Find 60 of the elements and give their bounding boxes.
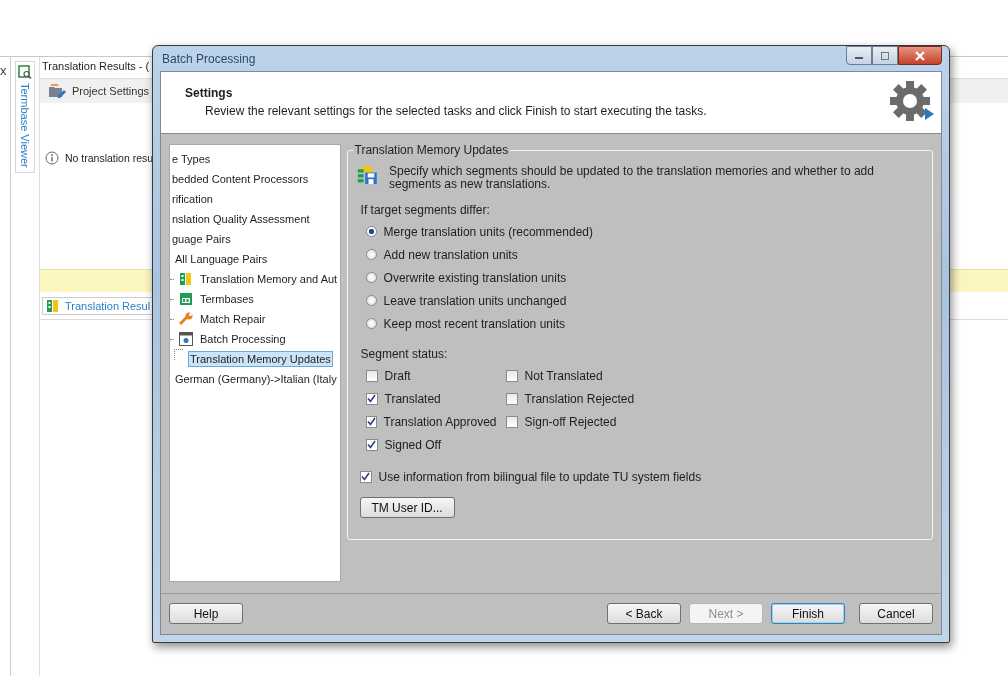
group-title: Translation Memory Updates [352,143,511,157]
checkbox-option[interactable]: Use information from bilingual file to update TU system fields [355,465,924,488]
check-icon [361,472,371,481]
radio-group-label: If target segments differ: [360,203,491,217]
radio-option[interactable]: Leave translation units unchanged [355,289,924,312]
checkbox-option[interactable]: Translated [355,387,496,410]
maximize-icon [880,51,890,60]
termbase-icon [179,292,193,306]
status-group-label: Segment status: [360,347,449,361]
tree-item[interactable]: German (Germany)->Italian (Italy [173,371,339,387]
tree-item[interactable]: rification [170,191,215,207]
tree-item[interactable]: Translation Memory and Aut [198,271,340,287]
checkbox-option[interactable]: Draft [355,364,496,387]
results-tab[interactable]: Translation Resul [42,297,155,315]
close-icon [914,50,926,61]
memory-icon [179,272,193,286]
tree-item[interactable]: e Types [170,151,213,167]
minimize-button[interactable] [846,46,872,65]
wrench-icon [179,312,193,326]
user-id-button[interactable]: TM User ID... [359,497,455,518]
info-icon [45,151,59,165]
tree-item[interactable]: Termbases [198,291,256,307]
wizard-button[interactable]: Cancel [859,603,933,624]
tree-item[interactable]: nslation Quality Assessment [170,211,312,227]
gear-icon [889,80,935,124]
memory-icon [46,299,60,313]
close-button[interactable] [898,46,942,65]
checkbox-option[interactable]: Signed Off [355,433,496,456]
close-glyph[interactable]: x [0,63,10,78]
header-subtitle: Review the relevant settings for the selected tasks and click Finish to start executing the tasks. [205,104,707,118]
message-text: No translation resu [65,152,154,164]
checkbox-option[interactable]: Not Translated [495,364,636,387]
maximize-button[interactable] [872,46,898,65]
tree-item[interactable]: Translation Memory Updates [188,351,333,367]
header-title: Settings [185,86,234,100]
tree-item[interactable]: All Language Pairs [173,251,270,267]
project-settings-button[interactable]: Project Settings [46,84,152,98]
tree-item[interactable]: Match Repair [198,311,268,327]
check-icon [366,417,376,426]
checkbox-option[interactable]: Sign-off Rejected [495,410,636,433]
side-tab[interactable]: Termbase Viewer [15,61,35,173]
radio-option[interactable]: Overwrite existing translation units [355,266,924,289]
batch-window-icon [179,332,193,346]
checkbox-option[interactable]: Translation Rejected [495,387,636,410]
memory-save-icon [356,163,378,187]
radio-option[interactable]: Merge translation units (recommended) [355,220,924,243]
tree-item[interactable]: Batch Processing [198,331,288,347]
tree-item[interactable]: guage Pairs [170,231,233,247]
check-icon [367,440,377,449]
description-text: Specify which segments should be updated to the translation memories and whether to add segments as new translations. [388,163,875,191]
help-button[interactable]: Help [169,603,243,624]
magnifier-icon [18,65,32,79]
radio-option[interactable]: Add new translation units [355,243,924,266]
folder-pencil-icon [48,84,66,98]
tree-item[interactable]: bedded Content Processors [170,171,311,187]
checkbox-option[interactable]: Translation Approved [355,410,496,433]
check-icon [367,394,377,403]
wizard-button[interactable]: < Back [607,603,681,624]
radio-option[interactable]: Keep most recent translation units [355,312,924,335]
wizard-button[interactable]: Finish [771,603,845,624]
